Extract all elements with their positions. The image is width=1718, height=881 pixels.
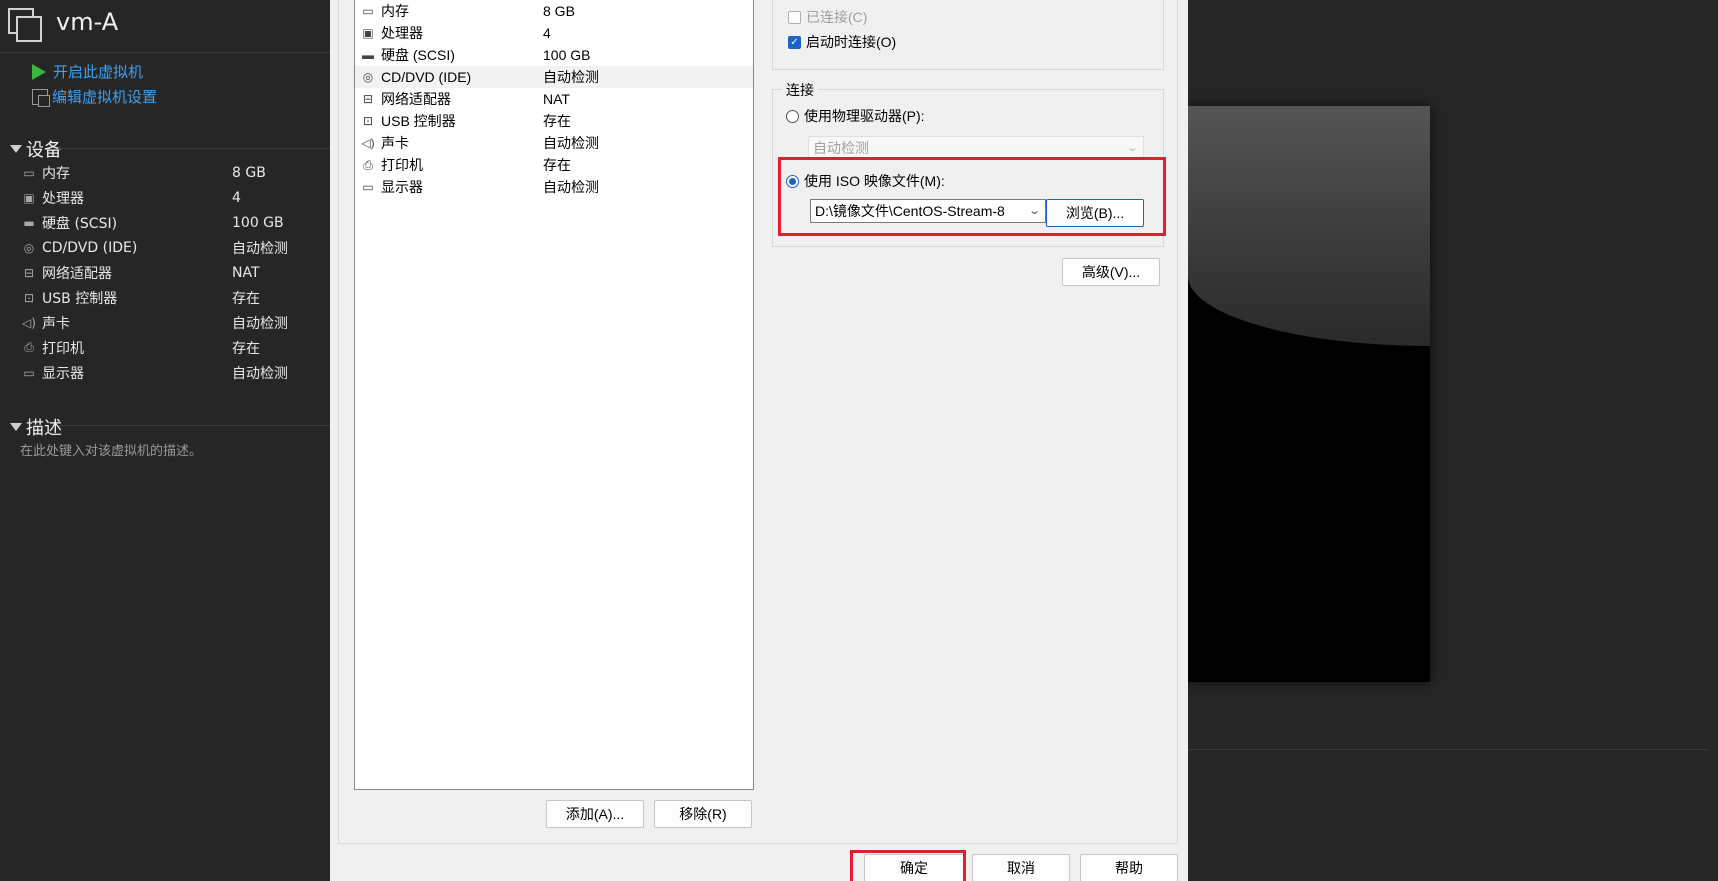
collapse-icon [10, 423, 22, 431]
hardware-row[interactable]: ⎙ 打印机 存在 [355, 154, 753, 176]
vm-title: vm-A [56, 8, 119, 36]
edit-settings-label: 编辑虚拟机设置 [52, 88, 158, 106]
divider [1188, 749, 1708, 750]
usb-icon: ⊡ [23, 290, 35, 305]
cancel-button[interactable]: 取消 [972, 854, 1070, 881]
device-row[interactable]: ⎙ 打印机 存在 [20, 335, 330, 360]
divider [0, 52, 330, 53]
description-heading: 描述 [26, 418, 62, 439]
collapse-icon [10, 145, 22, 153]
processor-icon: ▣ [362, 26, 374, 40]
memory-icon: ▭ [362, 4, 374, 18]
checkmark-icon: ✓ [788, 35, 801, 49]
description-section-toggle[interactable]: 描述 [10, 414, 62, 440]
description-field[interactable]: 在此处键入对该虚拟机的描述。 [20, 440, 202, 459]
hardware-list[interactable]: ▭ 内存 8 GB ▣ 处理器 4 ▬ 硬盘 (SCSI) 100 GB ◎ CD/DVD (… [354, 0, 754, 790]
printer-icon: ⎙ [24, 340, 34, 354]
device-row[interactable]: ◁) 声卡 自动检测 [20, 310, 330, 335]
divider [58, 148, 330, 149]
hardware-row[interactable]: ▣ 处理器 4 [355, 22, 753, 44]
display-icon: ▭ [23, 365, 35, 380]
power-on-action[interactable]: 开启此虚拟机 [32, 61, 143, 82]
power-on-label: 开启此虚拟机 [53, 63, 144, 81]
memory-icon: ▭ [23, 165, 35, 180]
vm-preview-thumbnail[interactable] [1188, 106, 1430, 682]
radio-icon [786, 109, 799, 123]
vm-header: vm-A [0, 0, 330, 52]
device-row[interactable]: ▣ 处理器 4 [20, 185, 330, 210]
play-icon [32, 63, 46, 80]
hardware-row[interactable]: ▭ 内存 8 GB [355, 0, 753, 22]
sound-icon: ◁) [22, 315, 36, 330]
annotation-highlight-iso [778, 157, 1166, 236]
connection-group-label: 连接 [782, 80, 818, 100]
edit-settings-action[interactable]: 编辑虚拟机设置 [32, 86, 157, 107]
usb-icon: ⊡ [362, 114, 374, 128]
devices-section-toggle[interactable]: 设备 [10, 136, 62, 162]
use-physical-drive-radio[interactable]: 使用物理驱动器(P): [786, 106, 925, 126]
processor-icon: ▣ [23, 190, 35, 205]
hardware-row-selected[interactable]: ◎ CD/DVD (IDE) 自动检测 [355, 66, 753, 88]
device-summary-list: ▭ 内存 8 GB ▣ 处理器 4 ▬ 硬盘 (SCSI) 100 GB ◎ CD/DVD (… [20, 160, 330, 385]
printer-icon: ⎙ [363, 157, 373, 172]
annotation-highlight-ok [850, 850, 966, 881]
add-hardware-button[interactable]: 添加(A)... [546, 800, 644, 828]
edit-settings-icon [32, 88, 50, 107]
vm-settings-dialog: ▭ 内存 8 GB ▣ 处理器 4 ▬ 硬盘 (SCSI) 100 GB ◎ CD/DVD (… [330, 0, 1188, 881]
vm-icon [8, 8, 44, 44]
hardware-row[interactable]: ◁) 声卡 自动检测 [355, 132, 753, 154]
checkbox-icon [788, 10, 801, 24]
divider [58, 425, 330, 426]
hardware-row[interactable]: ▭ 显示器 自动检测 [355, 176, 753, 198]
cd-dvd-icon: ◎ [362, 70, 374, 84]
network-icon: ⊟ [362, 92, 374, 106]
network-icon: ⊟ [23, 265, 35, 280]
advanced-button[interactable]: 高级(V)... [1062, 258, 1160, 286]
hardware-row[interactable]: ▬ 硬盘 (SCSI) 100 GB [355, 44, 753, 66]
hardware-row[interactable]: ⊟ 网络适配器 NAT [355, 88, 753, 110]
connected-checkbox[interactable]: 已连接(C) [788, 7, 867, 27]
hardware-row[interactable]: ⊡ USB 控制器 存在 [355, 110, 753, 132]
remove-hardware-button[interactable]: 移除(R) [654, 800, 752, 828]
chevron-down-icon: ⌄ [1125, 142, 1139, 154]
connect-at-power-on-checkbox[interactable]: ✓ 启动时连接(O) [788, 32, 896, 52]
device-row[interactable]: ▭ 内存 8 GB [20, 160, 330, 185]
harddisk-icon: ▬ [23, 215, 35, 230]
device-row[interactable]: ⊡ USB 控制器 存在 [20, 285, 330, 310]
cd-dvd-icon: ◎ [23, 240, 35, 255]
device-row[interactable]: ▭ 显示器 自动检测 [20, 360, 330, 385]
sound-icon: ◁) [361, 136, 375, 150]
display-icon: ▭ [362, 180, 374, 194]
harddisk-icon: ▬ [362, 48, 374, 62]
devices-heading: 设备 [26, 140, 62, 161]
device-row[interactable]: ⊟ 网络适配器 NAT [20, 260, 330, 285]
device-row[interactable]: ◎ CD/DVD (IDE) 自动检测 [20, 235, 330, 260]
device-row[interactable]: ▬ 硬盘 (SCSI) 100 GB [20, 210, 330, 235]
help-button[interactable]: 帮助 [1080, 854, 1178, 881]
